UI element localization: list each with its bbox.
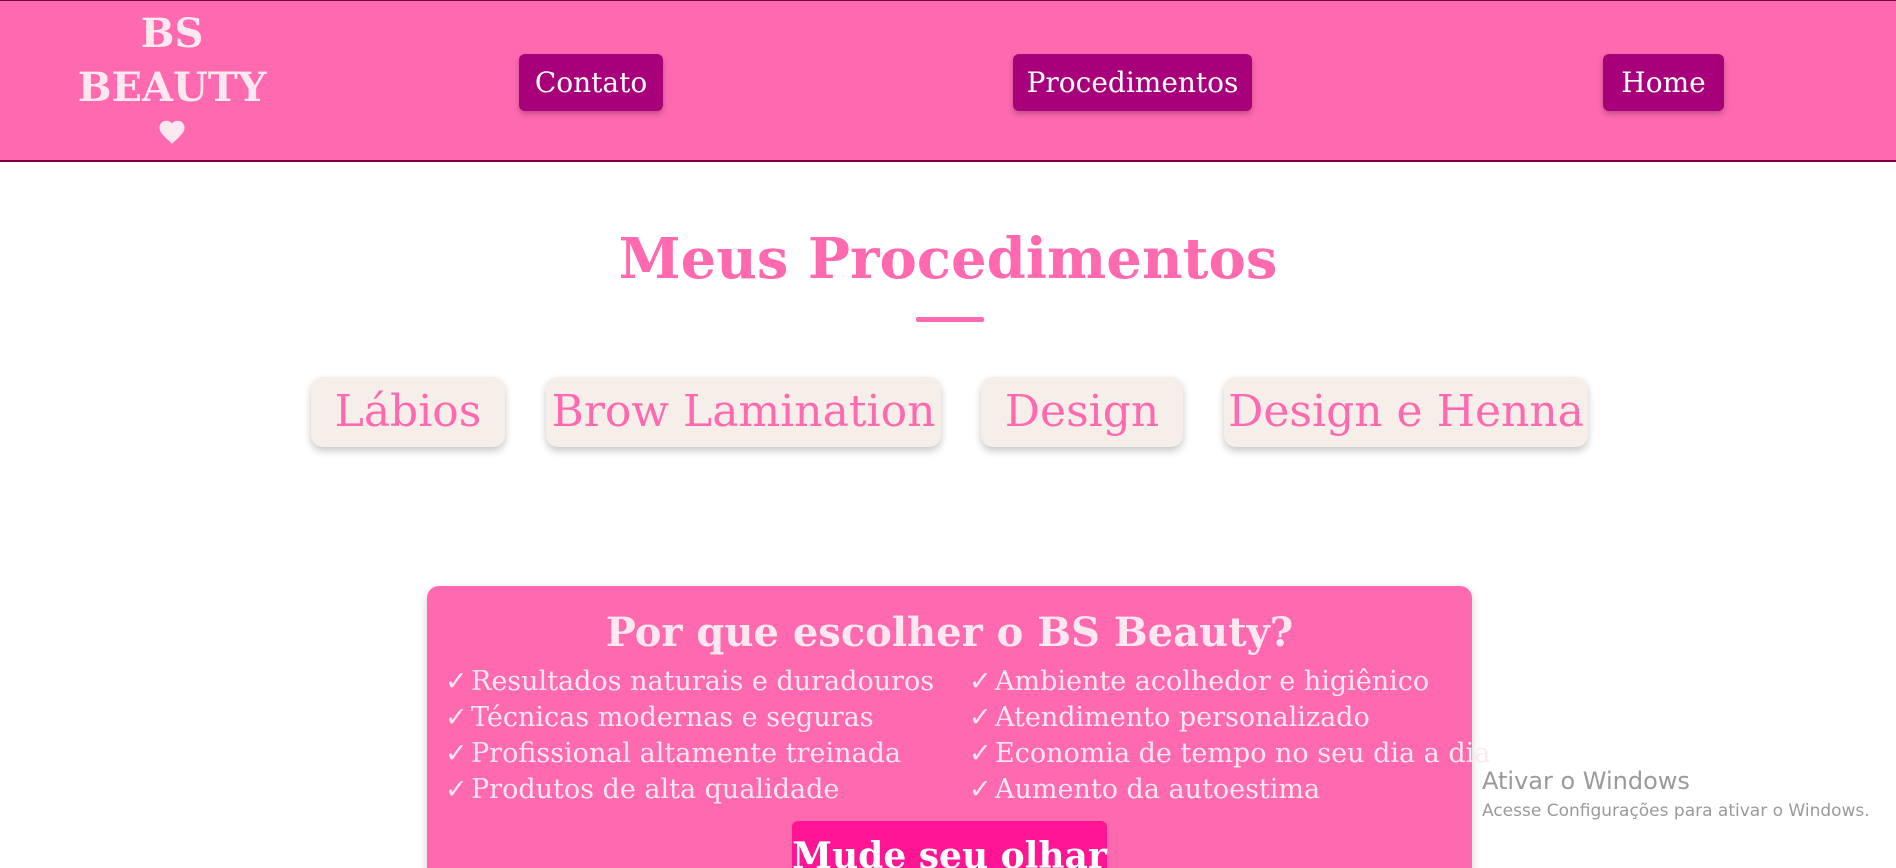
procedure-card-design[interactable]: Design bbox=[981, 377, 1183, 447]
benefit-text: Produtos de alta qualidade bbox=[471, 774, 840, 805]
benefit-text: Aumento da autoestima bbox=[995, 774, 1321, 805]
cta-button[interactable]: Mude seu olhar bbox=[792, 821, 1107, 868]
check-icon: ✓ bbox=[969, 774, 992, 805]
benefit-text: Ambiente acolhedor e higiênico bbox=[995, 666, 1430, 697]
watermark-title: Ativar o Windows bbox=[1482, 767, 1690, 795]
benefit-text: Resultados naturais e duradouros bbox=[471, 666, 935, 697]
why-choose-section: Por que escolher o BS Beauty? ✓ Resultado… bbox=[427, 586, 1490, 868]
logo-line-1: BS bbox=[140, 10, 204, 57]
heart-icon bbox=[159, 120, 185, 144]
check-icon: ✓ bbox=[445, 738, 468, 769]
check-icon: ✓ bbox=[969, 738, 992, 769]
title-underline bbox=[916, 317, 984, 322]
benefits-list-left: ✓ Resultados naturais e duradouros ✓ Técni… bbox=[445, 664, 965, 808]
benefit-text: Economia de tempo no seu dia a dia bbox=[995, 738, 1491, 769]
check-icon: ✓ bbox=[445, 702, 468, 733]
procedure-card-labios[interactable]: Lábios bbox=[311, 377, 505, 447]
check-icon: ✓ bbox=[969, 666, 992, 697]
benefit-text: Técnicas modernas e seguras bbox=[471, 702, 874, 733]
benefit-item: ✓ Resultados naturais e duradouros bbox=[445, 664, 965, 700]
benefit-item: ✓ Técnicas modernas e seguras bbox=[445, 700, 965, 736]
logo-line-2: BEAUTY bbox=[77, 64, 267, 111]
page: BS BEAUTY Contato Procedimentos Home Meu… bbox=[0, 0, 1896, 868]
benefit-item: ✓ Produtos de alta qualidade bbox=[445, 772, 965, 808]
benefit-item: ✓ Ambiente acolhedor e higiênico bbox=[969, 664, 1469, 700]
benefit-text: Atendimento personalizado bbox=[995, 702, 1370, 733]
why-title: Por que escolher o BS Beauty? bbox=[605, 609, 1294, 656]
logo[interactable]: BS BEAUTY bbox=[72, 7, 272, 147]
benefit-item: ✓ Economia de tempo no seu dia a dia bbox=[969, 736, 1490, 772]
check-icon: ✓ bbox=[445, 666, 468, 697]
watermark-subtitle: Acesse Configurações para ativar o Windo… bbox=[1482, 801, 1870, 821]
benefits-list-right: ✓ Ambiente acolhedor e higiênico ✓ Atendim… bbox=[969, 664, 1490, 808]
site-header: BS BEAUTY Contato Procedimentos Home bbox=[0, 0, 1896, 162]
procedure-card-brow-lamination[interactable]: Brow Lamination bbox=[546, 377, 941, 447]
section-title: Meus Procedimentos bbox=[618, 226, 1278, 292]
benefit-item: ✓ Aumento da autoestima bbox=[969, 772, 1469, 808]
procedure-card-design-henna[interactable]: Design e Henna bbox=[1224, 377, 1588, 447]
check-icon: ✓ bbox=[445, 774, 468, 805]
check-icon: ✓ bbox=[969, 702, 992, 733]
nav-procedimentos-button[interactable]: Procedimentos bbox=[1013, 54, 1252, 111]
nav-home-button[interactable]: Home bbox=[1603, 54, 1724, 111]
benefit-text: Profissional altamente treinada bbox=[471, 738, 901, 769]
nav-contato-button[interactable]: Contato bbox=[519, 54, 663, 111]
benefit-item: ✓ Profissional altamente treinada bbox=[445, 736, 965, 772]
windows-activation-watermark: Ativar o Windows Acesse Configurações pa… bbox=[1482, 764, 1882, 824]
benefit-item: ✓ Atendimento personalizado bbox=[969, 700, 1469, 736]
